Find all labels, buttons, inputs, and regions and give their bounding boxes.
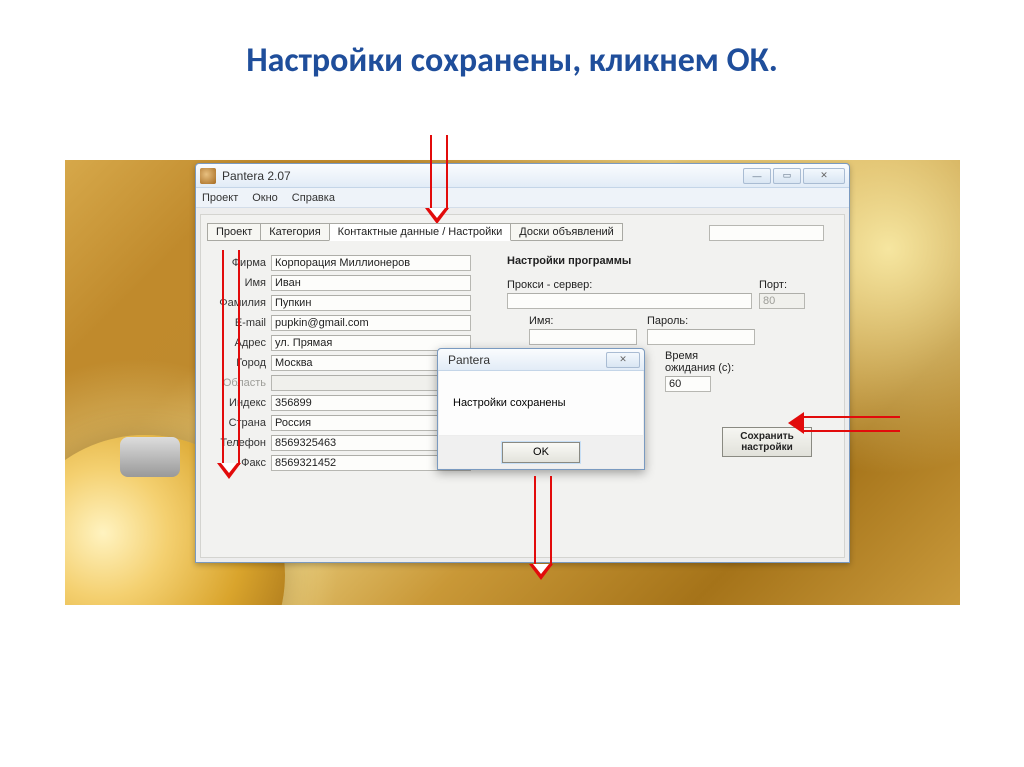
email-field[interactable]: pupkin@gmail.com (271, 315, 471, 331)
app-icon (200, 168, 216, 184)
password-field[interactable] (647, 329, 755, 345)
menu-help[interactable]: Справка (292, 192, 335, 204)
proxy-field[interactable] (507, 293, 752, 309)
header-search-field[interactable] (709, 225, 824, 241)
label-password: Пароль: (647, 315, 688, 327)
slide-title: Настройки сохранены, кликнем ОК. (0, 0, 1024, 81)
minimize-button[interactable]: — (743, 168, 771, 184)
firma-field[interactable]: Корпорация Миллионеров (271, 255, 471, 271)
dialog-close-button[interactable]: ✕ (606, 352, 640, 368)
annotation-arrow-down-2 (222, 250, 240, 465)
label-wait-1: Время (665, 350, 698, 362)
tab-boards[interactable]: Доски объявлений (510, 223, 623, 241)
menubar: Проект Окно Справка (196, 188, 849, 208)
menu-window[interactable]: Окно (252, 192, 278, 204)
annotation-arrow-down-1 (430, 135, 448, 210)
tabs: Проект Категория Контактные данные / Нас… (207, 223, 622, 241)
label-wait-2: ожидания (с): (665, 362, 734, 374)
ok-button[interactable]: OK (502, 442, 580, 463)
close-button[interactable]: ✕ (803, 168, 845, 184)
maximize-button[interactable]: ▭ (773, 168, 801, 184)
settings-section-title: Настройки программы (507, 255, 631, 267)
dialog-message: Настройки сохранены (453, 397, 566, 409)
window-title: Pantera 2.07 (222, 169, 741, 183)
wait-field[interactable]: 60 (665, 376, 711, 392)
tab-project[interactable]: Проект (207, 223, 261, 241)
dialog-title: Pantera (442, 353, 604, 367)
titlebar: Pantera 2.07 — ▭ ✕ (196, 164, 849, 188)
name-field[interactable]: Иван (271, 275, 471, 291)
confirmation-dialog: Pantera ✕ Настройки сохранены OK (437, 348, 645, 470)
annotation-arrow-down-3 (534, 476, 552, 566)
login-field[interactable] (529, 329, 637, 345)
tab-category[interactable]: Категория (260, 223, 329, 241)
tab-contact-settings[interactable]: Контактные данные / Настройки (329, 223, 512, 241)
port-field[interactable]: 80 (759, 293, 805, 309)
label-login: Имя: (529, 315, 553, 327)
label-proxy: Прокси - сервер: (507, 279, 592, 291)
annotation-arrow-left (802, 416, 900, 432)
menu-project[interactable]: Проект (202, 192, 238, 204)
label-port: Порт: (759, 279, 787, 291)
surname-field[interactable]: Пупкин (271, 295, 471, 311)
